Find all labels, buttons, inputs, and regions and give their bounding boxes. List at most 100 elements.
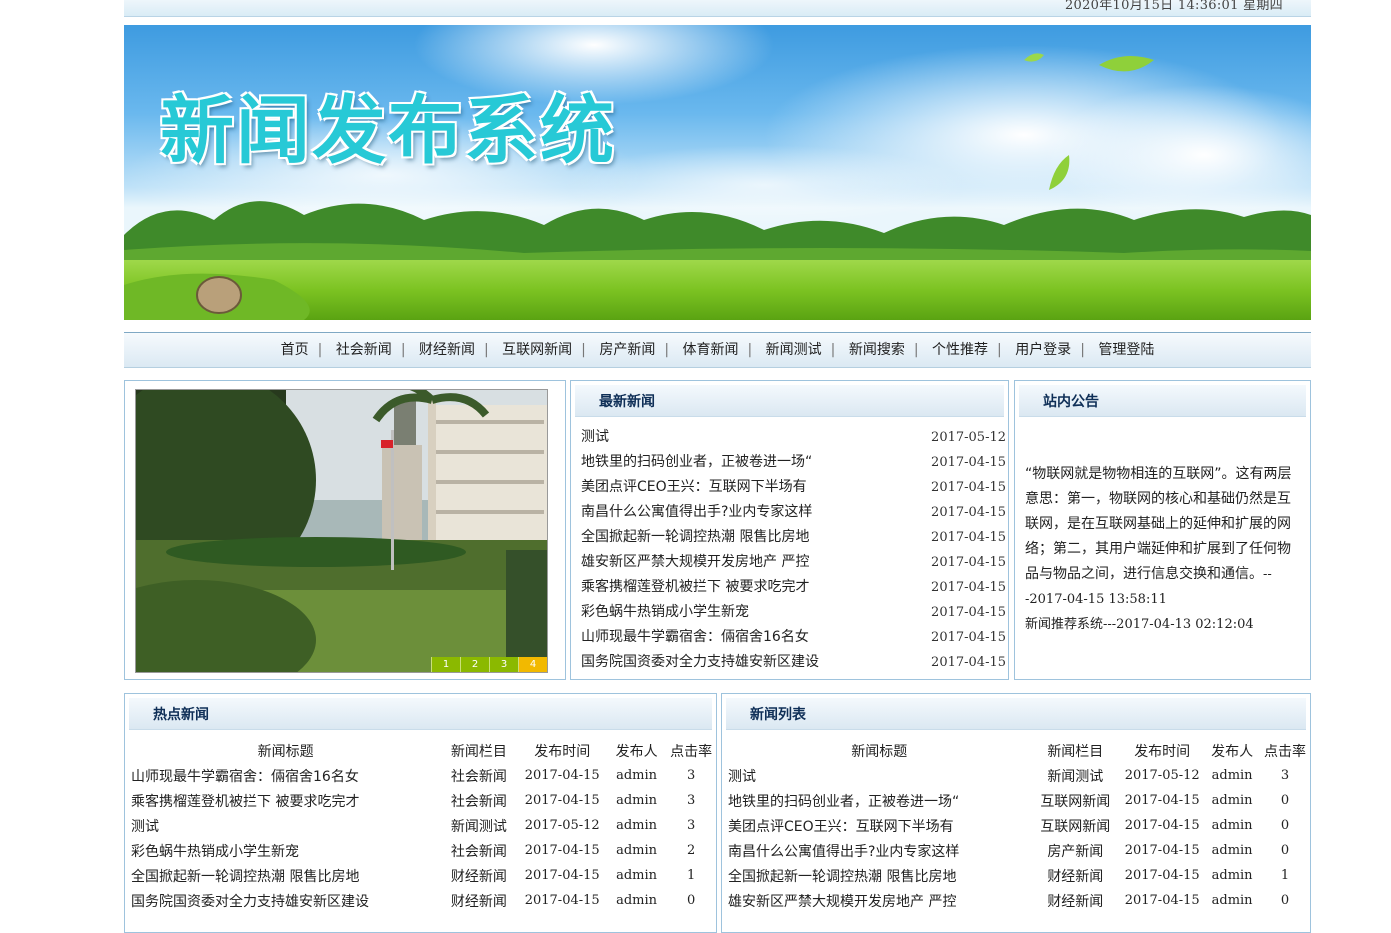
nav-home[interactable]: 首页	[279, 342, 311, 358]
col-clicks: 点击率	[670, 743, 713, 760]
main-nav: 首页 | 社会新闻 | 财经新闻 | 互联网新闻 | 房产新闻 | 体育新闻 | 新闻测试 |…	[124, 332, 1311, 368]
notice-header: 站内公告	[1019, 385, 1306, 417]
nav-divider: |	[913, 342, 919, 358]
campus-photo	[136, 390, 547, 672]
table-row: 全国掀起新一轮调控热潮 限售比房地 财经新闻 2017-04-15 admin 1	[131, 863, 716, 888]
nav-internet[interactable]: 互联网新闻	[500, 342, 574, 358]
news-title-link[interactable]: 全国掀起新一轮调控热潮 限售比房地	[728, 863, 1030, 888]
publisher: admin	[1211, 868, 1253, 883]
nav-society[interactable]: 社会新闻	[334, 342, 394, 358]
col-time: 发布时间	[534, 743, 591, 760]
nav-divider: |	[400, 342, 406, 358]
site-title: 新闻发布系统	[160, 88, 616, 174]
image-slider[interactable]: 1 2 3 4	[135, 389, 548, 673]
table-header-row: 新闻标题 新闻栏目 发布时间 发布人 点击率	[728, 738, 1310, 763]
table-row: 乘客携榴莲登机被拦下 被要求吃完才 社会新闻 2017-04-15 admin 3	[131, 788, 716, 813]
latest-news-header: 最新新闻	[575, 385, 1004, 417]
table-row: 测试 新闻测试 2017-05-12 admin 3	[131, 813, 716, 838]
nav-admin-login[interactable]: 管理登陆	[1096, 342, 1156, 358]
news-title-link[interactable]: 国务院国资委对全力支持雄安新区建设	[131, 888, 440, 913]
publish-time: 2017-04-15	[1124, 868, 1200, 883]
news-title-link[interactable]: 乘客携榴莲登机被拦下 被要求吃完才	[131, 788, 440, 813]
slider-page-2[interactable]: 2	[460, 657, 489, 672]
news-title-link[interactable]: 南昌什么公寓值得出手?业内专家这样	[581, 500, 812, 525]
news-title-link[interactable]: 全国掀起新一轮调控热潮 限售比房地	[581, 525, 809, 550]
publisher: admin	[616, 768, 658, 783]
news-title-link[interactable]: 南昌什么公寓值得出手?业内专家这样	[728, 838, 1030, 863]
news-column: 新闻测试	[450, 818, 507, 835]
col-author: 发布人	[615, 743, 658, 760]
nav-search[interactable]: 新闻搜索	[847, 342, 907, 358]
news-column: 财经新闻	[450, 893, 507, 910]
news-date: 2017-04-15	[931, 630, 1006, 645]
nav-sports[interactable]: 体育新闻	[681, 342, 741, 358]
news-list-box: 新闻列表 新闻标题 新闻栏目 发布时间 发布人 点击率 测试 新闻测试 2017-0…	[721, 693, 1311, 933]
hot-news-table: 新闻标题 新闻栏目 发布时间 发布人 点击率 山师现最牛学霸宿舍：倆宿舍16名女…	[131, 738, 716, 913]
hot-news-title: 热点新闻	[153, 707, 209, 723]
hot-news-box: 热点新闻 新闻标题 新闻栏目 发布时间 发布人 点击率 山师现最牛学霸宿舍：倆宿…	[124, 693, 717, 933]
notice-box: 站内公告 “物联网就是物物相连的互联网”。这有两层意思：第一，物联网的核心和基础…	[1014, 380, 1311, 680]
col-author: 发布人	[1211, 743, 1254, 760]
publisher: admin	[1211, 893, 1253, 908]
list-item: 国务院国资委对全力支持雄安新区建设 2017-04-15	[581, 650, 1006, 675]
latest-news-title: 最新新闻	[599, 394, 655, 410]
col-column: 新闻栏目	[450, 743, 507, 760]
news-title-link[interactable]: 国务院国资委对全力支持雄安新区建设	[581, 650, 819, 675]
news-title-link[interactable]: 地铁里的扫码创业者，正被卷进一场“	[728, 788, 1030, 813]
news-column: 财经新闻	[450, 868, 507, 885]
news-title-link[interactable]: 雄安新区严禁大规模开发房地产 严控	[728, 888, 1030, 913]
publish-time: 2017-04-15	[524, 868, 600, 883]
click-count: 3	[1280, 768, 1290, 783]
news-title-link[interactable]: 雄安新区严禁大规模开发房地产 严控	[581, 550, 809, 575]
list-item: 乘客携榴莲登机被拦下 被要求吃完才 2017-04-15	[581, 575, 1006, 600]
news-title-link[interactable]: 美团点评CEO王兴：互联网下半场有	[581, 475, 807, 500]
slider-pagination: 1 2 3 4	[431, 657, 547, 672]
table-row: 山师现最牛学霸宿舍：倆宿舍16名女 社会新闻 2017-04-15 admin 3	[131, 763, 716, 788]
nav-divider: |	[483, 342, 489, 358]
news-title-link[interactable]: 彩色蜗牛热销成小学生新宠	[581, 600, 749, 625]
news-title-link[interactable]: 全国掀起新一轮调控热潮 限售比房地	[131, 863, 440, 888]
news-title-link[interactable]: 乘客携榴莲登机被拦下 被要求吃完才	[581, 575, 809, 600]
nav-test[interactable]: 新闻测试	[764, 342, 824, 358]
news-title-link[interactable]: 彩色蜗牛热销成小学生新宠	[131, 838, 440, 863]
publish-time: 2017-04-15	[524, 843, 600, 858]
click-count: 0	[1280, 818, 1290, 833]
latest-news-box: 最新新闻 测试 2017-05-12 地铁里的扫码创业者，正被卷进一场“ 2017-0…	[570, 380, 1009, 680]
slider-page-1[interactable]: 1	[431, 657, 460, 672]
publish-time: 2017-04-15	[1124, 793, 1200, 808]
nav-recommend[interactable]: 个性推荐	[930, 342, 990, 358]
list-item: 地铁里的扫码创业者，正被卷进一场“ 2017-04-15	[581, 450, 1006, 475]
news-title-link[interactable]: 测试	[131, 813, 440, 838]
news-date: 2017-05-12	[931, 430, 1006, 445]
header-banner: 新闻发布系统	[124, 25, 1311, 320]
news-date: 2017-04-15	[931, 505, 1006, 520]
news-column: 互联网新闻	[1040, 818, 1111, 835]
slider-page-4[interactable]: 4	[518, 657, 547, 672]
publisher: admin	[616, 818, 658, 833]
news-title-link[interactable]: 山师现最牛学霸宿舍：倆宿舍16名女	[131, 763, 440, 788]
slider-page-3[interactable]: 3	[489, 657, 518, 672]
publish-time: 2017-04-15	[524, 893, 600, 908]
click-count: 3	[686, 818, 696, 833]
nav-divider: |	[1080, 342, 1085, 358]
news-title-link[interactable]: 地铁里的扫码创业者，正被卷进一场“	[581, 450, 812, 475]
click-count: 0	[1280, 893, 1290, 908]
news-title-link[interactable]: 山师现最牛学霸宿舍：倆宿舍16名女	[581, 625, 809, 650]
news-title-link[interactable]: 测试	[728, 763, 1030, 788]
table-row: 国务院国资委对全力支持雄安新区建设 财经新闻 2017-04-15 admin 0	[131, 888, 716, 913]
click-count: 0	[686, 893, 696, 908]
publisher: admin	[616, 893, 658, 908]
news-title-link[interactable]: 测试	[581, 425, 609, 450]
nav-realestate[interactable]: 房产新闻	[597, 342, 657, 358]
publisher: admin	[616, 868, 658, 883]
news-column: 房产新闻	[1047, 843, 1104, 860]
publisher: admin	[1211, 843, 1253, 858]
nav-finance[interactable]: 财经新闻	[417, 342, 477, 358]
nav-user-login[interactable]: 用户登录	[1013, 342, 1073, 358]
news-title-link[interactable]: 美团点评CEO王兴：互联网下半场有	[728, 813, 1030, 838]
publisher: admin	[1211, 818, 1253, 833]
news-list-table: 新闻标题 新闻栏目 发布时间 发布人 点击率 测试 新闻测试 2017-05-12 a…	[728, 738, 1310, 913]
col-column: 新闻栏目	[1047, 743, 1104, 760]
list-item: 雄安新区严禁大规模开发房地产 严控 2017-04-15	[581, 550, 1006, 575]
notice-title: 站内公告	[1043, 394, 1099, 410]
